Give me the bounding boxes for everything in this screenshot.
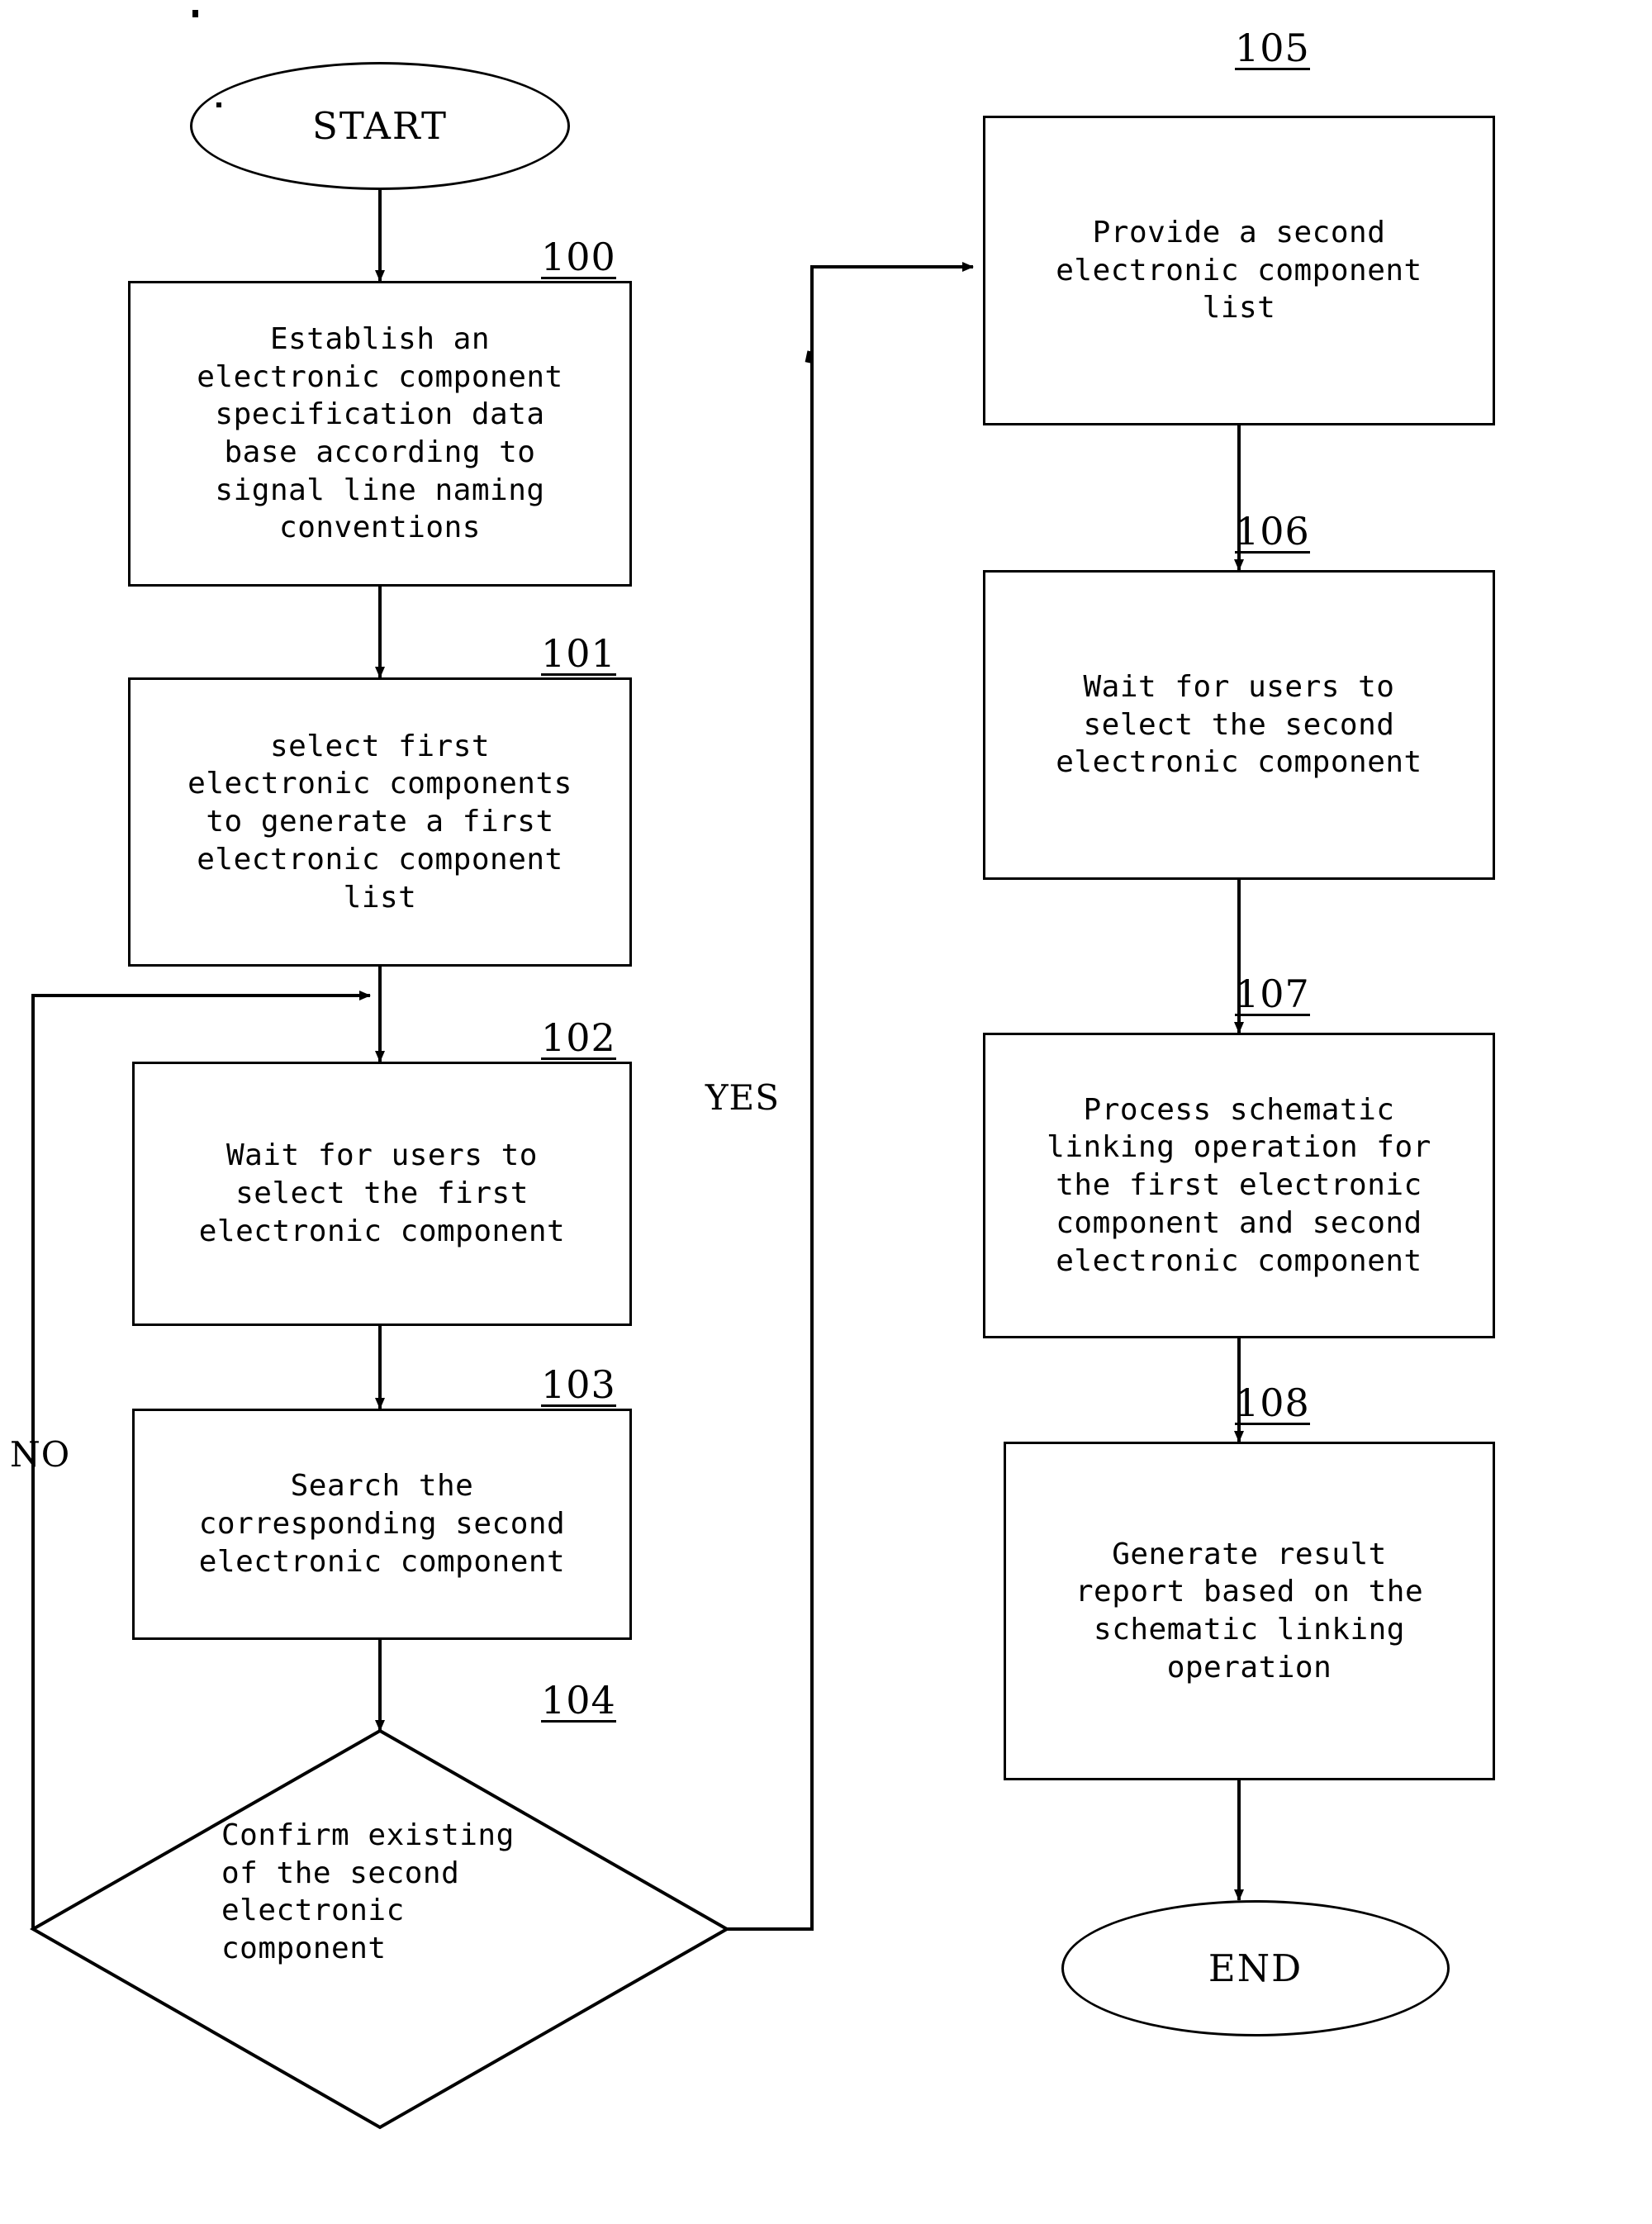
scan-speck-top (192, 10, 198, 17)
process-box-107-label: Process schematic linking operation for … (1047, 1092, 1431, 1278)
process-box-101: select first electronic components to ge… (128, 677, 632, 967)
scan-speck-start (216, 102, 221, 107)
process-box-101-label: select first electronic components to ge… (188, 729, 572, 915)
process-box-100-label: Establish an electronic component specif… (197, 321, 563, 545)
process-box-100: Establish an electronic component specif… (128, 281, 632, 587)
process-box-106-label: Wait for users to select the second elec… (1056, 669, 1422, 780)
edge-label-yes: YES (705, 1077, 780, 1118)
ref-number-101: 101 (541, 631, 616, 676)
process-box-103-label: Search the corresponding second electron… (198, 1469, 566, 1579)
terminal-end-label: END (1208, 1946, 1303, 1990)
ref-number-106: 106 (1235, 509, 1310, 554)
process-box-103: Search the corresponding second electron… (132, 1409, 632, 1640)
process-box-102: Wait for users to select the first elect… (132, 1062, 632, 1326)
process-box-107: Process schematic linking operation for … (983, 1033, 1495, 1338)
process-box-102-label: Wait for users to select the first elect… (198, 1138, 566, 1248)
process-box-105-label: Provide a second electronic component li… (1056, 215, 1422, 326)
flowchart-canvas: START 100 Establish an electronic compon… (0, 0, 1652, 2224)
process-box-105: Provide a second electronic component li… (983, 116, 1495, 425)
decision-diamond-104: Confirm existing of the second electroni… (33, 1731, 727, 2127)
terminal-end: END (1061, 1900, 1450, 2036)
ref-number-107: 107 (1235, 972, 1310, 1016)
ref-number-102: 102 (541, 1015, 616, 1060)
terminal-start: START (190, 62, 570, 190)
process-box-108: Generate result report based on the sche… (1004, 1442, 1495, 1780)
terminal-start-label: START (312, 104, 448, 148)
ref-number-103: 103 (541, 1362, 616, 1407)
edge-label-no: NO (10, 1434, 71, 1475)
process-box-106: Wait for users to select the second elec… (983, 570, 1495, 880)
scan-speck-yes-path (805, 350, 814, 364)
ref-number-100: 100 (541, 235, 616, 279)
ref-number-105: 105 (1235, 26, 1310, 70)
ref-number-104: 104 (541, 1678, 616, 1723)
ref-number-108: 108 (1235, 1380, 1310, 1425)
process-box-108-label: Generate result report based on the sche… (1075, 1537, 1424, 1685)
decision-diamond-104-label: Confirm existing of the second electroni… (221, 1818, 515, 1966)
